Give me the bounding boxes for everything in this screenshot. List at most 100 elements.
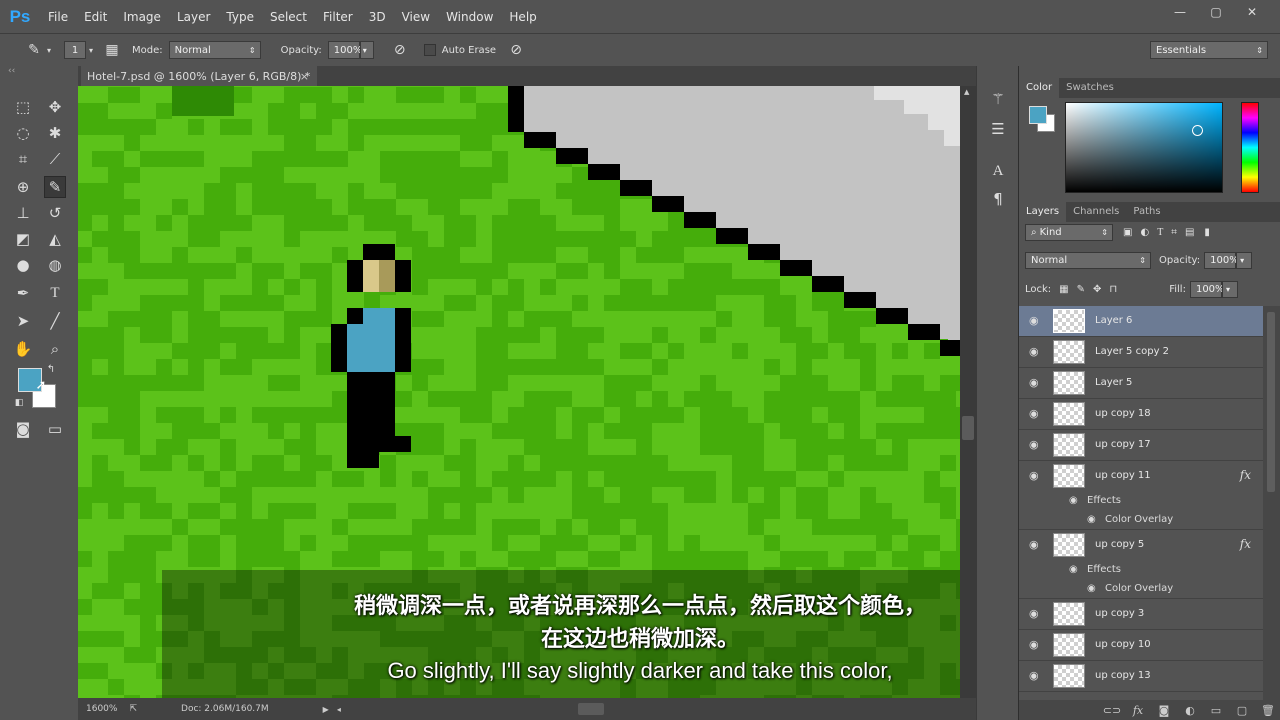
menu-window[interactable]: Window [438, 10, 501, 24]
menu-help[interactable]: Help [501, 10, 544, 24]
new-layer-icon[interactable]: ▢ [1229, 704, 1255, 717]
menu-type[interactable]: Type [218, 10, 262, 24]
healing-brush-tool-icon[interactable]: ⊕ [12, 176, 34, 198]
layers-scroll-thumb[interactable] [1267, 312, 1275, 492]
mode-select[interactable]: Normal ⇕ [168, 41, 261, 59]
visibility-eye-icon[interactable]: ◉ [1029, 607, 1041, 620]
visibility-eye-icon[interactable]: ◉ [1029, 345, 1041, 358]
filter-adjustment-icon[interactable]: ◐ [1140, 227, 1149, 238]
eraser-tool-icon[interactable]: ◩ [12, 228, 34, 250]
visibility-eye-icon[interactable]: ◉ [1029, 314, 1041, 327]
adjustment-layer-icon[interactable]: ◐ [1177, 704, 1203, 717]
zoom-tool-icon[interactable]: ⌕ [44, 338, 66, 360]
filter-type-icon[interactable]: T [1157, 227, 1163, 238]
opacity-slider-toggle[interactable]: ▾ [359, 41, 374, 59]
layer-row[interactable]: ◉ up copy 3 [1019, 599, 1263, 630]
layers-scrollbar[interactable] [1263, 306, 1280, 700]
effect-eye-icon[interactable]: ◉ [1087, 514, 1096, 525]
blend-mode-select[interactable]: Normal ⇕ [1025, 252, 1151, 269]
effects-eye-icon[interactable]: ◉ [1069, 564, 1078, 575]
zoom-level[interactable]: 1600% [86, 704, 117, 714]
history-brush-tool-icon[interactable]: ↺ [44, 202, 66, 224]
lasso-tool-icon[interactable]: ◌ [12, 122, 34, 144]
adjustments-icon[interactable]: ☰ [987, 118, 1009, 140]
blur-tool-icon[interactable]: ◍ [44, 254, 66, 276]
menu-edit[interactable]: Edit [76, 10, 115, 24]
layer-effect-row[interactable]: ◉ Color Overlay [1019, 511, 1263, 530]
paint-bucket-tool-icon[interactable]: ◭ [44, 228, 66, 250]
canvas-horizontal-scroll-thumb[interactable] [578, 703, 604, 715]
layer-row[interactable]: ◉ up copy 13 [1019, 661, 1263, 692]
effect-eye-icon[interactable]: ◉ [1087, 583, 1096, 594]
add-style-icon[interactable]: fx [1125, 704, 1151, 717]
pen-tool-icon[interactable]: ✒ [12, 282, 34, 304]
scroll-left-icon[interactable]: ◂ [337, 705, 341, 714]
visibility-eye-icon[interactable]: ◉ [1029, 407, 1041, 420]
swap-colors-icon[interactable]: ↰ [44, 362, 58, 376]
menu-select[interactable]: Select [262, 10, 315, 24]
color-spectrum-field[interactable] [1065, 102, 1223, 193]
layer-row[interactable]: ◉ up copy 10 [1019, 630, 1263, 661]
brush-size-picker[interactable]: 1 [64, 41, 86, 59]
visibility-eye-icon[interactable]: ◉ [1029, 376, 1041, 389]
layer-opacity-slider-toggle[interactable]: ▾ [1236, 252, 1253, 269]
visibility-eye-icon[interactable]: ◉ [1029, 538, 1041, 551]
lock-image-icon[interactable]: ✎ [1077, 284, 1085, 295]
filter-shape-icon[interactable]: ⌗ [1171, 227, 1177, 238]
brush-panel-toggle-icon[interactable]: ▦ [102, 40, 122, 60]
menu-file[interactable]: File [40, 10, 76, 24]
layer-row[interactable]: ◉ Layer 5 [1019, 368, 1263, 399]
menu-view[interactable]: View [394, 10, 438, 24]
pressure-opacity-icon[interactable]: ⊘ [390, 40, 410, 60]
layer-row[interactable]: ◉ Layer 6 [1019, 306, 1263, 337]
marquee-tool-icon[interactable]: ⬚ [12, 96, 34, 118]
visibility-eye-icon[interactable]: ◉ [1029, 638, 1041, 651]
paragraph-panel-icon[interactable]: ¶ [987, 188, 1009, 210]
workspace-select[interactable]: Essentials ⇕ [1150, 41, 1268, 59]
layer-row[interactable]: ◉ up copy 11 fx [1019, 461, 1263, 492]
pencil-tool-icon[interactable]: ✎ [44, 176, 66, 198]
eyedropper-tool-icon[interactable]: ⟋ [44, 148, 66, 170]
screen-mode-icon[interactable]: ▭ [44, 418, 66, 440]
panel-foreground-swatch[interactable] [1029, 106, 1047, 124]
color-picker-handle[interactable] [1192, 125, 1203, 136]
menu-image[interactable]: Image [115, 10, 169, 24]
brush-presets-icon[interactable]: ⚚ [987, 88, 1009, 110]
chevron-down-icon[interactable]: ▾ [44, 40, 54, 60]
tab-swatches[interactable]: Swatches [1059, 78, 1121, 98]
layer-row[interactable]: ◉ up copy 18 [1019, 399, 1263, 430]
status-menu-arrow-icon[interactable]: ▶ [323, 705, 329, 714]
layer-filter-select[interactable]: ⌕ Kind ⇕ [1025, 224, 1113, 241]
share-icon[interactable]: ⇱ [129, 704, 137, 714]
auto-erase-checkbox[interactable] [423, 44, 436, 56]
hue-slider[interactable] [1241, 102, 1259, 193]
scroll-up-icon[interactable]: ▲ [964, 88, 969, 96]
character-panel-icon[interactable]: A [987, 160, 1009, 182]
canvas-vertical-scroll-thumb[interactable] [962, 416, 974, 440]
visibility-eye-icon[interactable]: ◉ [1029, 438, 1041, 451]
document-tab[interactable]: Hotel-7.psd @ 1600% (Layer 6, RGB/8) * × [81, 66, 317, 86]
filter-toggle-icon[interactable]: ▮ [1204, 227, 1210, 238]
filter-pixel-icon[interactable]: ▣ [1123, 227, 1132, 238]
dodge-tool-icon[interactable]: ● [12, 254, 34, 276]
filter-smart-object-icon[interactable]: ▤ [1185, 227, 1194, 238]
toolbox-collapse-icon[interactable]: ‹‹ [0, 66, 78, 80]
pixel-art-canvas[interactable] [78, 86, 960, 698]
visibility-eye-icon[interactable]: ◉ [1029, 669, 1041, 682]
magic-wand-tool-icon[interactable]: ✱ [44, 122, 66, 144]
default-colors-icon[interactable]: ◧ [12, 396, 26, 410]
line-tool-icon[interactable]: ╱ [44, 310, 66, 332]
opacity-input[interactable]: 100% [327, 41, 362, 59]
lock-all-icon[interactable]: ⊓ [1109, 284, 1117, 295]
layer-effects-icon[interactable]: fx [1240, 537, 1251, 551]
menu-layer[interactable]: Layer [169, 10, 218, 24]
tab-layers[interactable]: Layers [1019, 202, 1067, 222]
canvas-vertical-scrollbar[interactable]: ▲ [960, 86, 976, 698]
layer-effects-row[interactable]: ◉ Effects [1019, 561, 1263, 580]
pencil-tool-preset-icon[interactable]: ✎ [24, 40, 44, 60]
layer-opacity-input[interactable]: 100% [1204, 252, 1239, 269]
close-button[interactable]: ✕ [1234, 0, 1270, 24]
type-tool-icon[interactable]: T [44, 282, 66, 304]
link-layers-icon[interactable]: ⊂⊃ [1099, 704, 1125, 717]
lock-transparent-icon[interactable]: ▦ [1059, 284, 1068, 295]
